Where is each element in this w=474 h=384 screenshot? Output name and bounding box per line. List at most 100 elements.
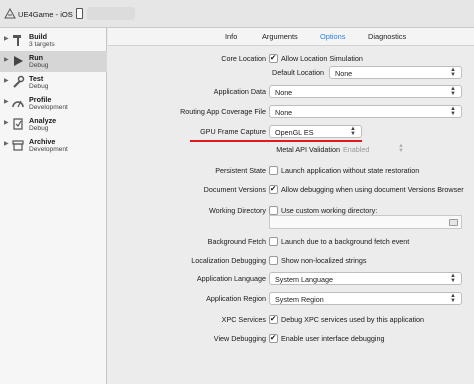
disclosure-arrow-icon[interactable]: ▶	[4, 98, 9, 105]
ui-debugging-text: Enable user interface debugging	[281, 334, 385, 343]
app-target-icon[interactable]	[4, 8, 16, 20]
chevron-updown-icon: ▲ ▼	[450, 67, 456, 78]
xpc-services-label: XPC Services	[221, 315, 266, 324]
allow-debug-versions-text: Allow debugging when using document Vers…	[281, 185, 464, 194]
application-region-label: Application Region	[206, 294, 266, 303]
application-data-select[interactable]: None ▲ ▼	[269, 85, 462, 98]
device-name-redacted[interactable]	[87, 7, 135, 20]
xpc-services-row: XPC Services Debug XPC services used by …	[108, 313, 474, 327]
gpu-frame-capture-value: OpenGL ES	[275, 128, 314, 137]
sidebar-item-run[interactable]: ▶ Run Debug	[0, 51, 107, 72]
localization-debugging-label: Localization Debugging	[191, 256, 266, 265]
working-directory-path-row	[108, 215, 474, 229]
sidebar-item-subtitle: Development	[29, 146, 68, 153]
application-region-select[interactable]: System Region ▲ ▼	[269, 292, 462, 305]
default-location-row: Default Location None ▲ ▼	[108, 66, 474, 80]
non-localized-strings-text: Show non-localized strings	[281, 256, 367, 265]
routing-coverage-select[interactable]: None ▲ ▼	[269, 105, 462, 118]
hammer-icon	[13, 35, 21, 46]
chevron-updown-icon: ▲ ▼	[450, 273, 456, 284]
device-icon[interactable]	[76, 8, 83, 19]
application-region-value: System Region	[275, 295, 324, 304]
tab-arguments[interactable]: Arguments	[262, 32, 298, 41]
sidebar-item-title: Archive	[29, 137, 56, 146]
disclosure-arrow-icon[interactable]: ▶	[4, 77, 9, 84]
sidebar-item-build[interactable]: ▶ Build 3 targets	[0, 30, 107, 51]
debug-xpc-checkbox[interactable]	[269, 314, 278, 324]
gpu-frame-capture-select[interactable]: OpenGL ES ▲ ▼	[269, 125, 362, 138]
application-data-value: None	[275, 88, 293, 97]
sidebar-item-analyze[interactable]: ▶ Analyze Debug	[0, 114, 107, 135]
tab-info[interactable]: Info	[225, 32, 237, 41]
analyze-icon	[13, 118, 23, 130]
metal-api-validation-label: Metal API Validation	[276, 145, 340, 154]
routing-coverage-label: Routing App Coverage File	[180, 107, 266, 116]
sidebar-item-title: Build	[29, 32, 47, 41]
custom-working-directory-checkbox[interactable]	[269, 206, 278, 215]
breadcrumb-separator: ›	[68, 9, 71, 18]
tab-options[interactable]: Options	[320, 32, 345, 41]
gauge-icon	[12, 100, 24, 108]
working-directory-field[interactable]	[269, 215, 462, 229]
scheme-name[interactable]: UE4Game - iOS	[18, 10, 73, 19]
localization-debugging-row: Localization Debugging Show non-localize…	[108, 254, 474, 268]
sidebar-item-title: Run	[29, 53, 43, 62]
default-location-select[interactable]: None ▲ ▼	[329, 66, 462, 79]
sidebar-item-title: Profile	[29, 95, 52, 104]
gpu-frame-capture-label: GPU Frame Capture	[200, 127, 266, 136]
default-location-label: Default Location	[272, 68, 324, 77]
options-panel: Core Location Allow Location Simulation …	[108, 47, 474, 384]
folder-icon[interactable]	[449, 219, 458, 226]
archive-icon	[12, 140, 24, 151]
annotation-underline	[190, 140, 362, 142]
ui-debugging-checkbox[interactable]	[269, 333, 278, 343]
launch-without-restoration-text: Launch application without state restora…	[281, 166, 420, 175]
background-fetch-text: Launch due to a background fetch event	[281, 237, 410, 246]
chevron-updown-icon: ▲ ▼	[450, 293, 456, 304]
chevron-updown-icon: ▲ ▼	[450, 86, 456, 97]
application-region-row: Application Region System Region ▲ ▼	[108, 292, 474, 306]
view-debugging-row: View Debugging Enable user interface deb…	[108, 332, 474, 346]
application-language-value: System Language	[275, 275, 333, 284]
document-versions-row: Document Versions Allow debugging when u…	[108, 183, 474, 197]
chevron-updown-icon: ▲ ▼	[350, 126, 356, 137]
play-icon	[14, 56, 23, 66]
metal-api-validation-select[interactable]: Enabled ▲ ▼	[343, 143, 404, 156]
application-language-row: Application Language System Language ▲ ▼	[108, 272, 474, 286]
working-directory-label: Working Directory	[209, 206, 266, 215]
allow-debug-versions-checkbox[interactable]	[269, 184, 278, 194]
non-localized-strings-checkbox[interactable]	[269, 256, 278, 265]
application-language-select[interactable]: System Language ▲ ▼	[269, 272, 462, 285]
persistent-state-row: Persistent State Launch application with…	[108, 164, 474, 178]
allow-location-simulation-text: Allow Location Simulation	[281, 54, 363, 63]
launch-without-restoration-checkbox[interactable]	[269, 166, 278, 175]
application-data-row: Application Data None ▲ ▼	[108, 85, 474, 99]
allow-location-simulation-checkbox[interactable]	[269, 53, 278, 63]
scheme-actions-sidebar: ▶ Build 3 targets ▶ Run Debug ▶ Test Deb…	[0, 28, 107, 384]
debug-xpc-text: Debug XPC services used by this applicat…	[281, 315, 425, 324]
routing-coverage-value: None	[275, 108, 293, 117]
background-fetch-row: Background Fetch Launch due to a backgro…	[108, 235, 474, 249]
sidebar-item-archive[interactable]: ▶ Archive Development	[0, 135, 107, 156]
disclosure-arrow-icon[interactable]: ▶	[4, 140, 9, 147]
gpu-frame-capture-row: GPU Frame Capture OpenGL ES ▲ ▼	[108, 125, 474, 139]
sidebar-item-profile[interactable]: ▶ Profile Development	[0, 93, 107, 114]
routing-coverage-row: Routing App Coverage File None ▲ ▼	[108, 105, 474, 119]
disclosure-arrow-icon[interactable]: ▶	[4, 56, 9, 63]
tab-diagnostics[interactable]: Diagnostics	[368, 32, 406, 41]
scheme-tabs: Info Arguments Options Diagnostics	[108, 28, 474, 46]
sidebar-item-subtitle: Debug	[29, 62, 49, 69]
core-location-row: Core Location Allow Location Simulation	[108, 52, 474, 66]
core-location-label: Core Location	[221, 54, 266, 63]
disclosure-arrow-icon[interactable]: ▶	[4, 119, 9, 126]
metal-api-validation-row: Metal API Validation Enabled ▲ ▼	[108, 143, 474, 157]
metal-api-validation-value: Enabled	[343, 145, 370, 154]
background-fetch-checkbox[interactable]	[269, 237, 278, 246]
background-fetch-label: Background Fetch	[207, 237, 266, 246]
sidebar-item-subtitle: Debug	[29, 125, 49, 132]
sidebar-item-title: Test	[29, 74, 44, 83]
sidebar-item-test[interactable]: ▶ Test Debug	[0, 72, 107, 93]
chevron-updown-icon: ▲ ▼	[450, 106, 456, 117]
default-location-value: None	[335, 69, 353, 78]
disclosure-arrow-icon[interactable]: ▶	[4, 35, 9, 42]
